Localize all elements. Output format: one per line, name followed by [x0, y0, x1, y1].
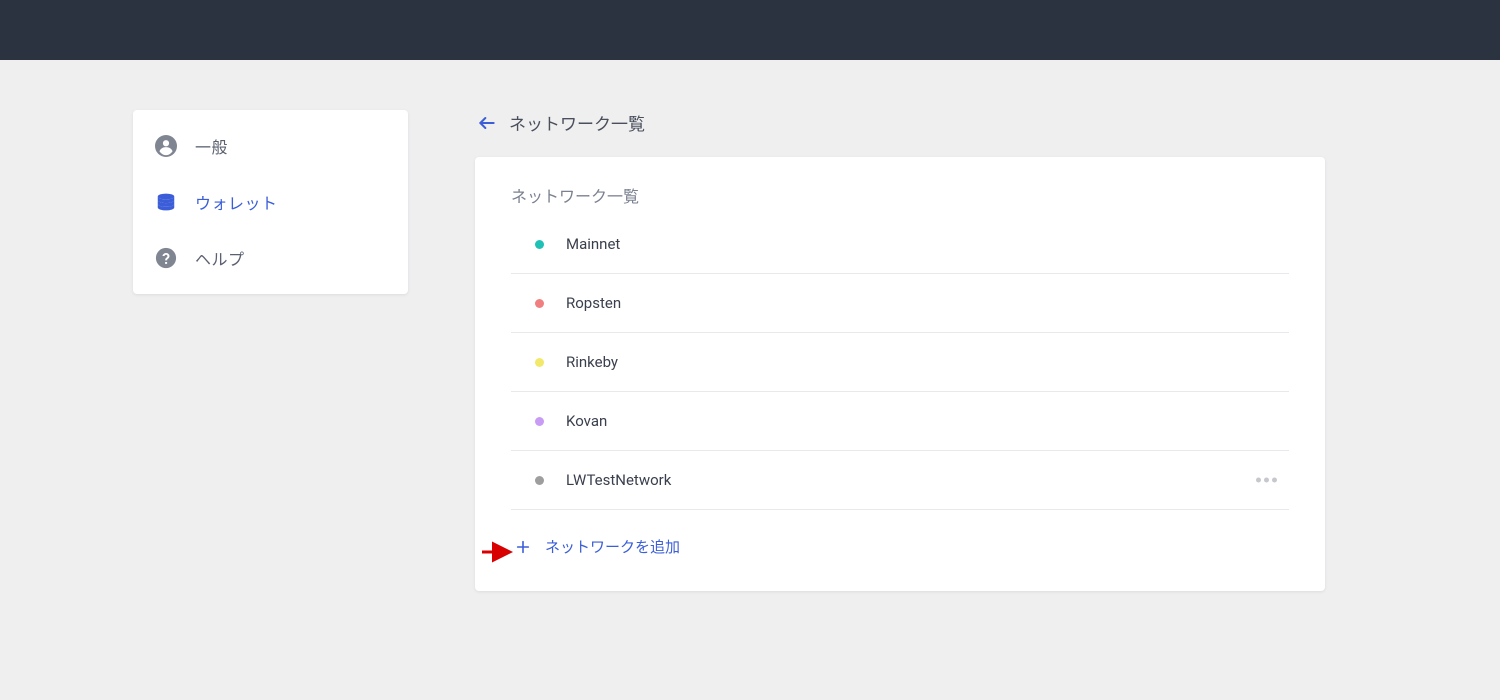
network-name: LWTestNetwork	[566, 471, 671, 489]
add-network-label: ネットワークを追加	[545, 536, 680, 557]
sidebar-item-label: ヘルプ	[195, 246, 245, 270]
add-network-button[interactable]: ネットワークを追加	[511, 510, 1289, 563]
page-header: ネットワーク一覧	[475, 110, 1325, 135]
stack-icon	[155, 191, 177, 213]
network-list-card: ネットワーク一覧 Mainnet Ropsten Rinkeby Kovan	[475, 157, 1325, 591]
status-dot	[535, 358, 544, 367]
sidebar-item-label: 一般	[195, 134, 228, 158]
top-bar	[0, 0, 1500, 60]
network-name: Mainnet	[566, 235, 620, 253]
more-horizontal-icon[interactable]	[1250, 472, 1283, 489]
sidebar-item-label: ウォレット	[195, 190, 278, 214]
network-item-ropsten[interactable]: Ropsten	[511, 274, 1289, 333]
card-title: ネットワーク一覧	[511, 183, 1289, 207]
sidebar-item-wallet[interactable]: ウォレット	[133, 174, 408, 230]
plus-icon	[515, 539, 531, 555]
status-dot	[535, 240, 544, 249]
network-list: Mainnet Ropsten Rinkeby Kovan LWTestNetw…	[511, 215, 1289, 510]
network-name: Kovan	[566, 412, 607, 430]
network-item-kovan[interactable]: Kovan	[511, 392, 1289, 451]
network-item-mainnet[interactable]: Mainnet	[511, 215, 1289, 274]
page-title: ネットワーク一覧	[509, 110, 645, 135]
arrow-left-icon[interactable]	[477, 113, 497, 133]
network-name: Rinkeby	[566, 353, 618, 371]
sidebar-item-general[interactable]: 一般	[133, 118, 408, 174]
status-dot	[535, 417, 544, 426]
help-circle-icon	[155, 247, 177, 269]
main-content: ネットワーク一覧 ネットワーク一覧 Mainnet Ropsten Rinkeb…	[475, 110, 1325, 591]
network-name: Ropsten	[566, 294, 621, 312]
sidebar: 一般 ウォレット ヘルプ	[133, 110, 408, 294]
sidebar-item-help[interactable]: ヘルプ	[133, 230, 408, 286]
network-item-lwtestnetwork[interactable]: LWTestNetwork	[511, 451, 1289, 510]
status-dot	[535, 476, 544, 485]
status-dot	[535, 299, 544, 308]
network-item-rinkeby[interactable]: Rinkeby	[511, 333, 1289, 392]
user-circle-icon	[155, 135, 177, 157]
